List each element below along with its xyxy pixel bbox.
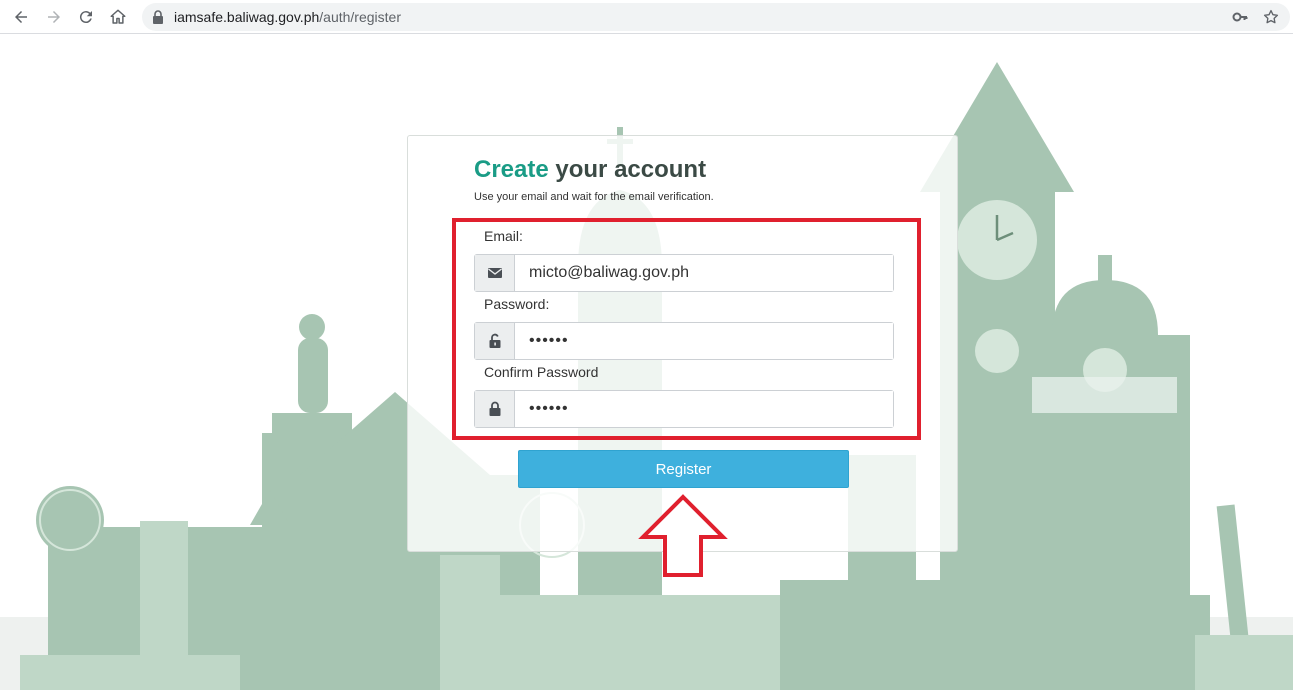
register-page: Create your account Use your email and w… xyxy=(0,35,1293,690)
confirm-password-field[interactable] xyxy=(515,391,893,427)
url-domain: iamsafe.baliwag.gov.ph xyxy=(174,9,320,25)
page-title: Create your account xyxy=(474,156,706,184)
unlock-icon xyxy=(489,333,500,348)
forward-button[interactable] xyxy=(42,5,66,29)
title-accent: Create xyxy=(474,156,549,183)
confirm-password-label: Confirm Password xyxy=(484,364,599,380)
page-subtitle: Use your email and wait for the email ve… xyxy=(474,191,714,203)
address-bar[interactable]: iamsafe.baliwag.gov.ph/auth/register xyxy=(142,3,1290,31)
email-addon xyxy=(475,255,515,291)
title-rest: your account xyxy=(548,156,707,183)
register-button[interactable]: Register xyxy=(518,450,849,488)
email-input-group xyxy=(474,254,894,292)
home-icon xyxy=(110,9,126,24)
password-label: Password: xyxy=(484,296,550,312)
email-label: Email: xyxy=(484,228,523,244)
forward-arrow-icon xyxy=(48,11,60,23)
envelope-icon xyxy=(487,268,502,278)
back-arrow-icon xyxy=(15,11,27,23)
url-path: /auth/register xyxy=(319,9,401,25)
key-icon[interactable] xyxy=(1232,9,1248,25)
email-field[interactable] xyxy=(515,255,893,291)
confirm-password-input-group xyxy=(474,390,894,428)
reload-button[interactable] xyxy=(74,5,98,29)
back-button[interactable] xyxy=(9,5,33,29)
bookmark-star-icon[interactable] xyxy=(1262,8,1280,26)
reload-icon xyxy=(79,11,92,24)
register-card: Create your account Use your email and w… xyxy=(407,135,958,552)
password-input-group xyxy=(474,322,894,360)
confirm-password-addon xyxy=(475,391,515,427)
password-addon xyxy=(475,323,515,359)
lock-icon xyxy=(489,401,500,416)
password-field[interactable] xyxy=(515,323,893,359)
lock-icon xyxy=(153,10,163,24)
home-button[interactable] xyxy=(106,5,130,29)
browser-toolbar: iamsafe.baliwag.gov.ph/auth/register xyxy=(0,0,1293,34)
url-text: iamsafe.baliwag.gov.ph/auth/register xyxy=(174,9,401,25)
